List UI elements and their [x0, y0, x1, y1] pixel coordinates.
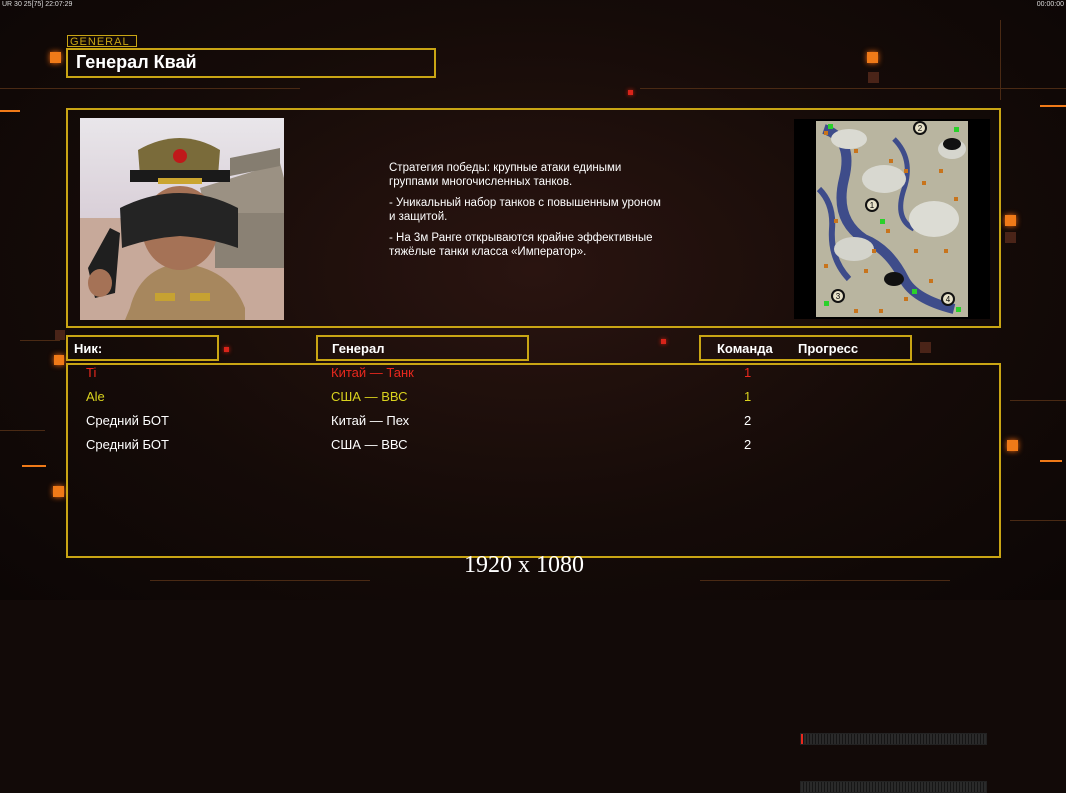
progress-column-label: Прогресс [798, 341, 859, 356]
player-general: Китай — Танк [331, 365, 414, 380]
general-portrait [80, 118, 284, 320]
game-timer: 00:00:00 [1036, 1, 1064, 8]
spawn-label: 1 [870, 201, 875, 210]
description-line: Стратегия победы: крупные атаки едиными … [389, 162, 622, 188]
player-general: США — ВВС [331, 389, 408, 404]
general-name: Генерал Квай [76, 52, 197, 72]
player-team: 2 [744, 437, 752, 452]
spawn-label: 2 [918, 124, 923, 133]
player-team: 1 [744, 365, 752, 380]
spawn-label: 3 [836, 292, 841, 301]
player-nick: Средний БОТ [86, 437, 169, 452]
player-team: 1 [744, 389, 752, 404]
player-nick: Ti [86, 365, 97, 380]
map-preview[interactable]: 1 2 3 4 [794, 119, 990, 319]
general-column-label: Генерал [332, 341, 385, 356]
team-column-label: Команда [717, 341, 773, 356]
nick-column-label: Ник: [74, 341, 103, 356]
player-progress-bar [800, 781, 987, 793]
fps-status: UR 30 25[75] 22:07:29 [2, 1, 73, 8]
player-nick: Ale [86, 389, 105, 404]
player-nick: Средний БОТ [86, 413, 169, 428]
top-status-bar: UR 30 25[75] 22:07:29 00:00:00 [0, 0, 1066, 10]
strategy-description: Стратегия победы: крупные атаки едиными … [389, 162, 719, 267]
player-general: США — ВВС [331, 437, 408, 452]
description-line: - На 3м Ранге открываются крайне эффекти… [389, 232, 653, 258]
general-tag: GENERAL [67, 35, 137, 48]
resolution-label: 1920 x 1080 [464, 552, 584, 578]
player-team: 2 [744, 413, 752, 428]
spawn-label: 4 [946, 295, 951, 304]
player-list-panel [66, 363, 1001, 558]
description-line: - Уникальный набор танков с повышенным у… [389, 197, 661, 223]
player-progress-fill [801, 734, 803, 744]
player-general: Китай — Пех [331, 413, 410, 428]
player-progress-bar [800, 733, 987, 745]
